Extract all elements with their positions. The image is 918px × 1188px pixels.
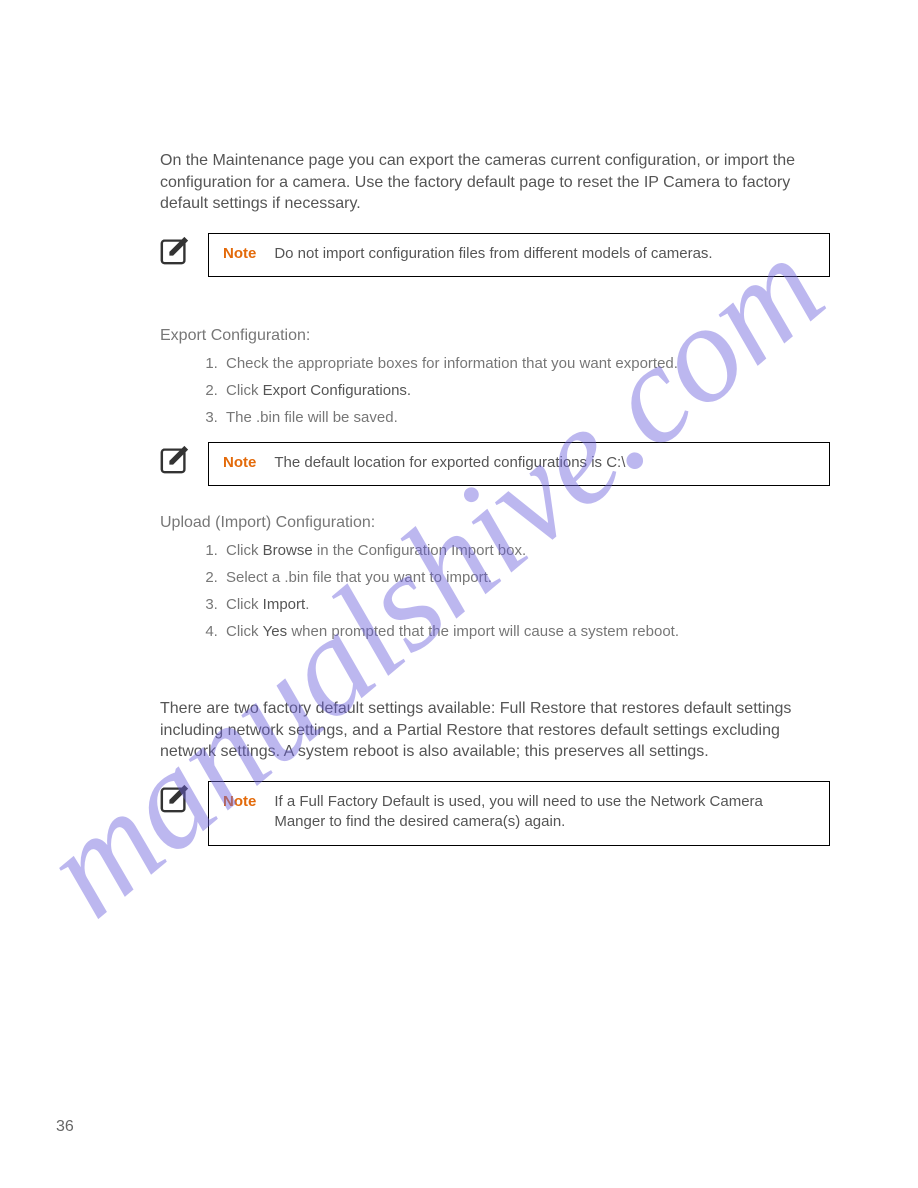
- step-text: in the Configuration Import box.: [313, 542, 526, 559]
- upload-steps: Click Browse in the Configuration Import…: [160, 540, 830, 642]
- note-box: Note The default location for exported c…: [208, 442, 830, 486]
- export-steps: Check the appropriate boxes for informat…: [160, 353, 830, 428]
- step-bold: Yes: [263, 623, 287, 640]
- step-bold: Browse: [263, 542, 313, 559]
- note-box: Note If a Full Factory Default is used, …: [208, 781, 830, 846]
- list-item: Click Browse in the Configuration Import…: [222, 540, 830, 561]
- note-text: If a Full Factory Default is used, you w…: [274, 792, 815, 833]
- step-text: Click: [226, 382, 263, 399]
- step-text: when prompted that the import will cause…: [287, 623, 679, 640]
- list-item: Check the appropriate boxes for informat…: [222, 353, 830, 374]
- intro-paragraph: On the Maintenance page you can export t…: [160, 150, 830, 215]
- pencil-note-icon: [160, 235, 190, 265]
- note-label: Note: [223, 792, 256, 812]
- note-label: Note: [223, 244, 256, 264]
- page-content: On the Maintenance page you can export t…: [0, 0, 918, 1188]
- step-bold: Export Configurations.: [263, 382, 411, 399]
- step-bold: Import: [263, 596, 306, 613]
- note-block-1: Note Do not import configuration files f…: [160, 233, 830, 277]
- step-text: Click: [226, 623, 263, 640]
- list-item: Click Import.: [222, 594, 830, 615]
- step-text: Click: [226, 596, 263, 613]
- list-item: Click Yes when prompted that the import …: [222, 621, 830, 642]
- list-item: Click Export Configurations.: [222, 380, 830, 401]
- step-text: .: [305, 596, 309, 613]
- list-item: Select a .bin file that you want to impo…: [222, 567, 830, 588]
- note-block-2: Note The default location for exported c…: [160, 442, 830, 486]
- note-label: Note: [223, 453, 256, 473]
- list-item: The .bin file will be saved.: [222, 407, 830, 428]
- upload-heading: Upload (Import) Configuration:: [160, 514, 830, 532]
- factory-default-paragraph: There are two factory default settings a…: [160, 698, 830, 763]
- note-text: The default location for exported config…: [274, 453, 815, 473]
- page-number: 36: [56, 1118, 74, 1136]
- pencil-note-icon: [160, 444, 190, 474]
- note-block-3: Note If a Full Factory Default is used, …: [160, 781, 830, 846]
- export-heading: Export Configuration:: [160, 327, 830, 345]
- step-text: Click: [226, 542, 263, 559]
- note-box: Note Do not import configuration files f…: [208, 233, 830, 277]
- pencil-note-icon: [160, 783, 190, 813]
- note-text: Do not import configuration files from d…: [274, 244, 815, 264]
